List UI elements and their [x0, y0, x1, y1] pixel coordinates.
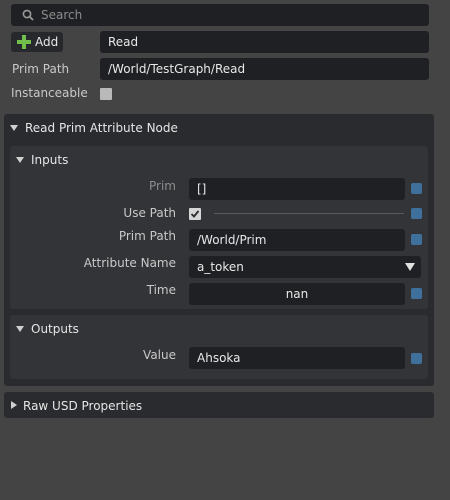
input-prim-field[interactable]: [] — [189, 178, 405, 200]
checkmark-icon — [190, 210, 200, 218]
input-prim-path-field[interactable]: /World/Prim — [189, 229, 405, 251]
instanceable-checkbox[interactable] — [100, 88, 112, 100]
plus-icon — [17, 35, 31, 49]
add-button-label: Add — [35, 35, 59, 49]
inputs-title[interactable]: Inputs — [31, 153, 68, 167]
value-connection-square[interactable] — [411, 353, 422, 364]
prim-path-field[interactable]: /World/TestGraph/Read — [100, 58, 429, 80]
collapse-arrow-icon[interactable] — [10, 125, 18, 131]
prim-path-connection-square[interactable] — [411, 234, 422, 245]
outputs-collapse-arrow-icon[interactable] — [16, 326, 24, 332]
use-path-divider — [214, 213, 404, 214]
expand-arrow-icon[interactable] — [11, 401, 17, 409]
time-connection-square[interactable] — [411, 288, 422, 299]
time-label: Time — [146, 283, 176, 297]
output-value-label: Value — [143, 348, 176, 362]
name-field[interactable]: Read — [100, 31, 429, 53]
attribute-name-label: Attribute Name — [83, 256, 176, 270]
raw-usd-title[interactable]: Raw USD Properties — [23, 399, 142, 413]
inputs-collapse-arrow-icon[interactable] — [16, 157, 24, 163]
search-icon — [22, 9, 34, 21]
attribute-name-value: a_token — [197, 260, 244, 274]
prim-connection-square[interactable] — [411, 183, 422, 194]
use-path-connection-square[interactable] — [411, 208, 422, 219]
input-prim-label: Prim — [149, 179, 176, 193]
add-button[interactable]: Add — [11, 32, 63, 52]
instanceable-label: Instanceable — [11, 86, 88, 100]
node-section-title[interactable]: Read Prim Attribute Node — [25, 121, 178, 135]
input-prim-path-label: Prim Path — [118, 229, 176, 243]
output-value-field[interactable]: Ahsoka — [189, 347, 405, 369]
time-field[interactable]: nan — [189, 283, 405, 305]
dropdown-arrow-icon[interactable] — [405, 263, 415, 271]
use-path-label: Use Path — [123, 206, 176, 220]
prim-path-label: Prim Path — [12, 62, 70, 76]
use-path-checkbox[interactable] — [189, 208, 201, 220]
outputs-title[interactable]: Outputs — [31, 322, 79, 336]
attribute-name-dropdown[interactable]: a_token — [189, 256, 421, 278]
search-input[interactable]: Search — [11, 4, 429, 26]
search-placeholder: Search — [41, 8, 83, 22]
